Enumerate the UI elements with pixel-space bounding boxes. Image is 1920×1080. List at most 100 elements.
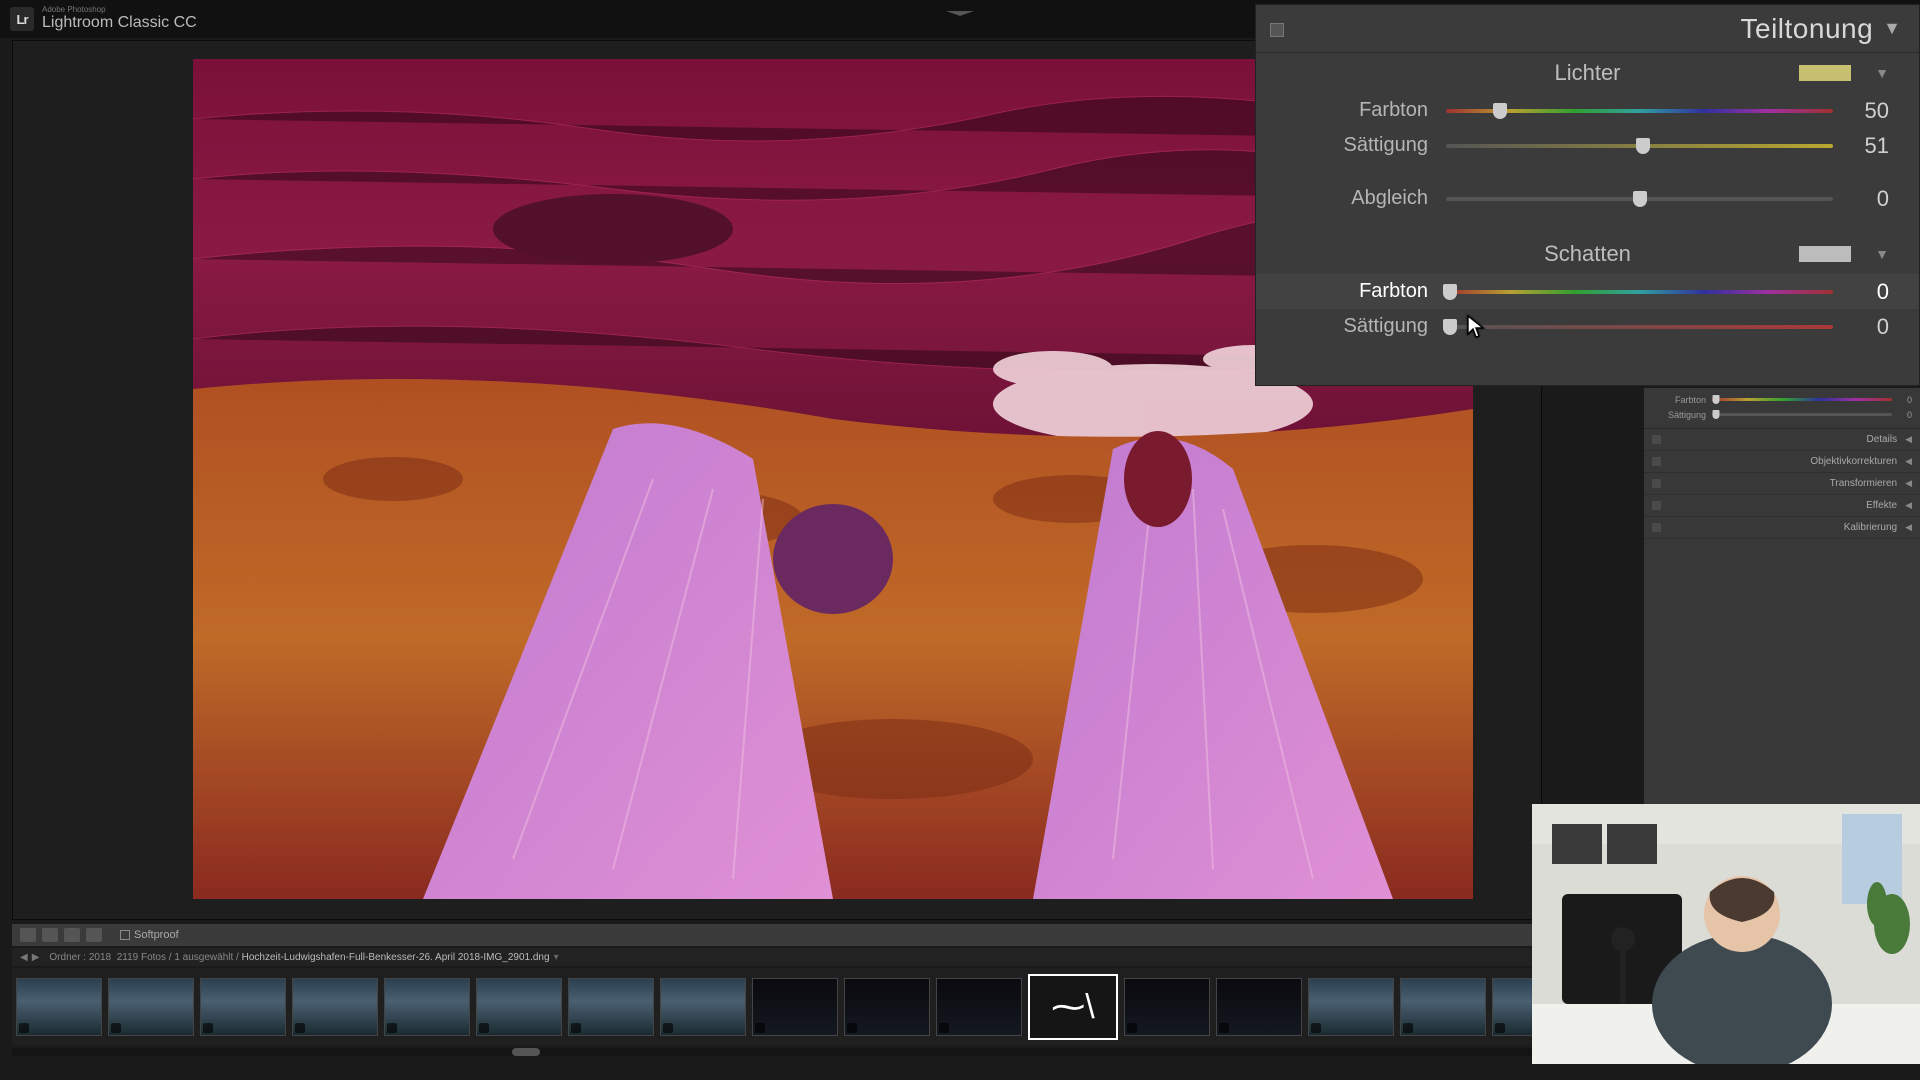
filmstrip-thumbnail[interactable]	[1216, 978, 1302, 1036]
filmstrip-thumbnail[interactable]	[752, 978, 838, 1036]
thumb-badge-icon	[663, 1023, 673, 1033]
thumb-badge-icon	[295, 1023, 305, 1033]
app-subtitle: Adobe Photoshop	[42, 6, 197, 14]
thumb-badge-icon	[571, 1023, 581, 1033]
shadows-section-label: Schatten	[1544, 241, 1631, 267]
split-toning-panel: Teiltonung ▼ Lichter ▼ Farbton 50 Sättig…	[1255, 4, 1920, 386]
filmstrip-thumbnail[interactable]	[1124, 978, 1210, 1036]
mini-sat-value[interactable]: 0	[1892, 410, 1912, 420]
panel-title: Teiltonung	[1741, 13, 1874, 45]
thumb-badge-icon	[755, 1023, 765, 1033]
panel-toggle-icon[interactable]	[1652, 523, 1661, 532]
thumb-badge-icon	[1495, 1023, 1505, 1033]
thumb-badge-icon	[1403, 1023, 1413, 1033]
highlights-sat-slider[interactable]	[1446, 135, 1833, 157]
panel-drag-handle-icon[interactable]	[946, 3, 974, 8]
filmstrip-thumbnail[interactable]	[108, 978, 194, 1036]
panel-label: Effekte	[1866, 500, 1897, 511]
panel-header-details[interactable]: Details ◀	[1644, 429, 1920, 451]
panel-collapse-icon[interactable]: ▼	[1883, 18, 1901, 39]
thumb-badge-icon	[1127, 1023, 1137, 1033]
app-name: Lightroom Classic CC	[42, 14, 197, 32]
panel-toggle-switch[interactable]	[1270, 23, 1284, 37]
filmstrip-thumbnail[interactable]	[844, 978, 930, 1036]
panel-header-transformieren[interactable]: Transformieren ◀	[1644, 473, 1920, 495]
shadows-sat-label: Sättigung	[1256, 315, 1446, 338]
panel-header-effekte[interactable]: Effekte ◀	[1644, 495, 1920, 517]
panel-label: Kalibrierung	[1844, 522, 1897, 533]
grid-view-icon[interactable]	[86, 928, 102, 942]
shadows-sat-value[interactable]: 0	[1833, 314, 1889, 340]
chevron-left-icon: ◀	[1905, 456, 1912, 467]
filmstrip-thumbnail[interactable]	[476, 978, 562, 1036]
panel-header-objektivkorrekturen[interactable]: Objektivkorrekturen ◀	[1644, 451, 1920, 473]
webcam-overlay	[1532, 804, 1920, 1064]
mini-hue-slider[interactable]	[1712, 398, 1892, 401]
highlights-hue-slider[interactable]	[1446, 100, 1833, 122]
filmstrip-thumbnail[interactable]	[1308, 978, 1394, 1036]
highlights-dropdown-icon[interactable]: ▼	[1875, 65, 1889, 81]
panel-toggle-icon[interactable]	[1652, 457, 1661, 466]
mini-sat-label: Sättigung	[1652, 410, 1712, 420]
shadows-hue-value[interactable]: 0	[1833, 279, 1889, 305]
filmstrip-thumbnail[interactable]	[292, 978, 378, 1036]
crumb-folder[interactable]: Ordner :	[49, 952, 86, 963]
highlights-sat-value[interactable]: 51	[1833, 133, 1889, 159]
crumb-count: 2119 Fotos	[117, 952, 166, 963]
filmstrip-thumbnail[interactable]	[384, 978, 470, 1036]
panel-toggle-icon[interactable]	[1652, 435, 1661, 444]
panel-label: Objektivkorrekturen	[1810, 456, 1897, 467]
compare-view-icon[interactable]	[42, 928, 58, 942]
missing-preview-icon: ⁓\	[1051, 987, 1094, 1027]
survey-view-icon[interactable]	[64, 928, 80, 942]
mini-hue-value[interactable]: 0	[1892, 395, 1912, 405]
chevron-left-icon: ◀	[1905, 434, 1912, 445]
softproof-label: Softproof	[134, 929, 179, 941]
shadows-hue-label: Farbton	[1256, 280, 1446, 303]
thumb-badge-icon	[203, 1023, 213, 1033]
view-mode-bar: Softproof	[12, 924, 1612, 946]
filmstrip-breadcrumb: ◀ ▶ Ordner : 2018 2119 Fotos / 1 ausgewä…	[12, 948, 1612, 966]
nav-back-icon[interactable]: ◀	[20, 952, 28, 963]
mini-hue-label: Farbton	[1652, 395, 1712, 405]
thumb-badge-icon	[847, 1023, 857, 1033]
highlights-hue-value[interactable]: 50	[1833, 98, 1889, 124]
crumb-year[interactable]: 2018	[89, 952, 111, 963]
shadows-color-swatch[interactable]	[1799, 246, 1851, 262]
thumb-badge-icon	[1219, 1023, 1229, 1033]
shadows-dropdown-icon[interactable]: ▼	[1875, 246, 1889, 262]
balance-slider[interactable]	[1446, 188, 1833, 210]
crumb-selected: 1 ausgewählt	[174, 952, 233, 963]
softproof-checkbox[interactable]	[120, 930, 130, 940]
highlights-sat-label: Sättigung	[1256, 134, 1446, 157]
filmstrip-thumbnail[interactable]	[200, 978, 286, 1036]
filmstrip-thumbnail[interactable]	[16, 978, 102, 1036]
filmstrip-thumbnail[interactable]	[936, 978, 1022, 1036]
filmstrip-thumbnail[interactable]	[660, 978, 746, 1036]
panel-header-kalibrierung[interactable]: Kalibrierung ◀	[1644, 517, 1920, 539]
shadows-hue-slider[interactable]	[1446, 281, 1833, 303]
loupe-view-icon[interactable]	[20, 928, 36, 942]
balance-value[interactable]: 0	[1833, 186, 1889, 212]
thumb-badge-icon	[479, 1023, 489, 1033]
chevron-left-icon: ◀	[1905, 500, 1912, 511]
chevron-left-icon: ◀	[1905, 522, 1912, 533]
filmstrip-thumbnail[interactable]	[1400, 978, 1486, 1036]
panel-toggle-icon[interactable]	[1652, 501, 1661, 510]
highlights-color-swatch[interactable]	[1799, 65, 1851, 81]
filmstrip-thumbnail[interactable]: ⁓\	[1028, 974, 1118, 1040]
crumb-filename: Hochzeit-Ludwigshafen-Full-Benkesser-26.…	[242, 952, 550, 963]
panel-label: Details	[1867, 434, 1898, 445]
mini-sat-slider[interactable]	[1712, 413, 1892, 416]
nav-fwd-icon[interactable]: ▶	[32, 952, 40, 963]
panel-label: Transformieren	[1830, 478, 1897, 489]
highlights-hue-label: Farbton	[1256, 99, 1446, 122]
shadows-sat-slider[interactable]	[1446, 316, 1833, 338]
chevron-left-icon: ◀	[1905, 478, 1912, 489]
thumb-badge-icon	[1311, 1023, 1321, 1033]
app-logo-icon: Lr	[10, 7, 34, 31]
panel-toggle-icon[interactable]	[1652, 479, 1661, 488]
split-toning-mini-panel: Farbton 0 Sättigung 0	[1644, 388, 1920, 429]
highlights-section-label: Lichter	[1554, 60, 1620, 86]
filmstrip-thumbnail[interactable]	[568, 978, 654, 1036]
